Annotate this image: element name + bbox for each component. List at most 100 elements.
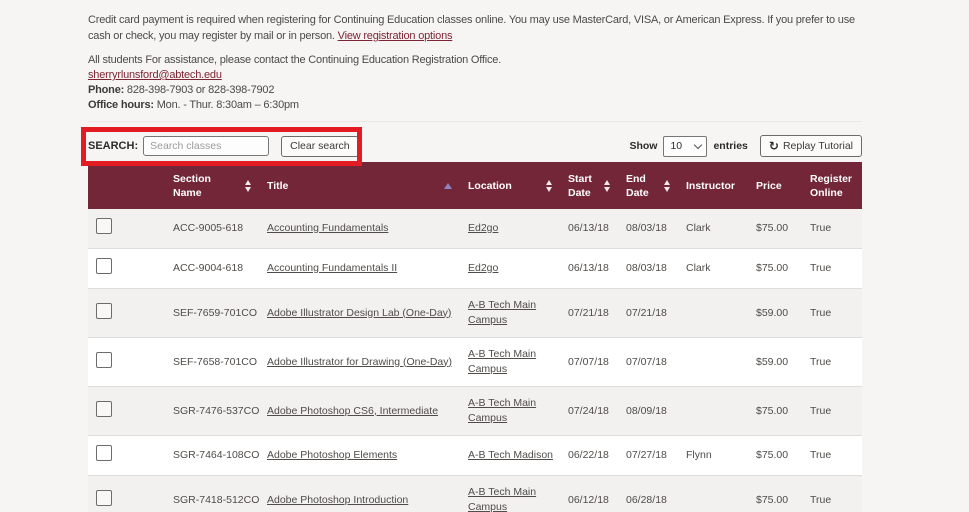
sort-both-icon [664, 179, 670, 192]
location-cell: A-B Tech Main Campus [458, 289, 558, 337]
search-input[interactable] [143, 136, 270, 156]
view-registration-options-link[interactable]: View registration options [338, 30, 453, 42]
title-link[interactable]: Accounting Fundamentals [267, 222, 388, 234]
show-label: Show [629, 140, 658, 152]
register-online-cell: True [810, 222, 832, 234]
row-checkbox[interactable] [96, 445, 112, 461]
column-header-price: Price [756, 179, 782, 192]
location-link[interactable]: A-B Tech Madison [468, 449, 553, 461]
classes-widget: SEARCH: Clear search Show 10 entries ↻ R… [81, 121, 862, 512]
title-cell: Adobe Photoshop Introduction [257, 484, 458, 512]
assistance-block: All students For assistance, please cont… [88, 53, 862, 113]
row-checkbox-cell [88, 249, 160, 288]
sort-both-icon [245, 179, 251, 192]
row-checkbox-cell [88, 343, 160, 382]
email-link[interactable]: sherryrlunsford@abtech.edu [88, 69, 222, 81]
location-cell: A-B Tech Main Campus [458, 387, 558, 435]
title-link[interactable]: Adobe Photoshop CS6, Intermediate [267, 405, 438, 417]
title-cell: Adobe Photoshop CS6, Intermediate [257, 395, 458, 428]
chevron-down-icon [694, 140, 703, 149]
office-hours-value: Mon. - Thur. 8:30am – 6:30pm [153, 99, 299, 111]
price-cell: $59.00 [756, 355, 789, 368]
column-header-start-date[interactable]: Start Date [558, 166, 616, 206]
location-link[interactable]: Ed2go [468, 222, 498, 234]
price-cell: $75.00 [756, 449, 789, 461]
row-checkbox[interactable] [96, 258, 112, 274]
table-row: ACC-9004-618 Accounting Fundamentals II … [88, 249, 862, 289]
entries-selected-value: 10 [670, 140, 683, 152]
price-cell: $75.00 [756, 222, 789, 234]
column-header-end-date[interactable]: End Date [616, 166, 676, 206]
title-cell: Accounting Fundamentals [257, 212, 458, 245]
row-checkbox[interactable] [96, 302, 112, 319]
section-name-cell: SEF-7659-701CO [173, 306, 258, 319]
right-controls: Show 10 entries ↻ Replay Tutorial [629, 135, 862, 157]
row-checkbox-cell [88, 436, 160, 475]
section-name-cell: ACC-9005-618 [173, 222, 244, 234]
location-link[interactable]: A-B Tech Main Campus [468, 348, 536, 375]
section-name-cell: SGR-7476-537CO [173, 404, 260, 417]
title-link[interactable]: Accounting Fundamentals II [267, 262, 397, 274]
sort-both-icon [546, 179, 552, 192]
clear-search-button[interactable]: Clear search [281, 135, 359, 157]
intro-paragraph: Credit card payment is required when reg… [88, 12, 862, 44]
table-row: SEF-7658-701CO Adobe Illustrator for Dra… [88, 338, 862, 387]
table-row: SEF-7659-701CO Adobe Illustrator Design … [88, 289, 862, 338]
location-cell: A-B Tech Madison [458, 439, 558, 472]
title-link[interactable]: Adobe Illustrator for Drawing (One-Day) [267, 356, 452, 368]
start-date-cell: 07/21/18 [568, 306, 609, 319]
sort-ascending-icon [444, 182, 452, 189]
price-cell: $59.00 [756, 306, 789, 319]
title-link[interactable]: Adobe Photoshop Elements [267, 449, 397, 461]
instructor-cell [676, 353, 746, 371]
end-date-cell: 07/27/18 [626, 449, 667, 461]
end-date-cell: 08/09/18 [626, 404, 667, 417]
end-date-cell: 06/28/18 [626, 493, 667, 506]
end-date-cell: 07/07/18 [626, 355, 667, 368]
instructor-cell: Flynn [686, 449, 712, 461]
start-date-cell: 06/13/18 [568, 262, 609, 274]
location-link[interactable]: A-B Tech Main Campus [468, 397, 536, 424]
column-header-title[interactable]: Title [257, 173, 458, 199]
row-checkbox-cell [88, 209, 160, 248]
start-date-cell: 07/24/18 [568, 404, 609, 417]
start-date-cell: 06/12/18 [568, 493, 609, 506]
column-header-section-name[interactable]: Section Name [160, 166, 257, 206]
price-cell: $75.00 [756, 404, 789, 417]
price-cell: $75.00 [756, 262, 789, 274]
instructor-cell: Clark [686, 222, 711, 234]
row-checkbox[interactable] [96, 351, 112, 368]
register-online-cell: True [810, 262, 832, 274]
assistance-text: All students For assistance, please cont… [88, 54, 502, 66]
column-header-instructor: Instructor [686, 179, 736, 192]
section-name-cell: SEF-7658-701CO [173, 355, 258, 368]
table-row: SGR-7418-512CO Adobe Photoshop Introduct… [88, 476, 862, 512]
row-checkbox-cell [88, 392, 160, 431]
title-cell: Adobe Illustrator Design Lab (One-Day) [257, 297, 458, 330]
replay-icon: ↻ [768, 139, 779, 153]
table-row: SGR-7464-108CO Adobe Photoshop Elements … [88, 436, 862, 476]
location-cell: Ed2go [458, 212, 558, 245]
row-checkbox[interactable] [96, 218, 112, 234]
instructor-cell [676, 402, 746, 420]
search-label: SEARCH: [88, 140, 139, 152]
row-checkbox[interactable] [96, 489, 112, 506]
location-link[interactable]: A-B Tech Main Campus [468, 486, 536, 512]
page-content: Credit card payment is required when reg… [81, 0, 862, 512]
register-online-cell: True [810, 306, 832, 319]
search-group: SEARCH: Clear search [81, 126, 362, 166]
row-checkbox-cell [88, 294, 160, 333]
row-checkbox[interactable] [96, 400, 112, 417]
title-link[interactable]: Adobe Photoshop Introduction [267, 494, 408, 506]
entries-select[interactable]: 10 [663, 135, 708, 157]
instructor-cell: Clark [686, 262, 711, 274]
table-controls: SEARCH: Clear search Show 10 entries ↻ R… [81, 126, 862, 166]
table-row: SGR-7476-537CO Adobe Photoshop CS6, Inte… [88, 387, 862, 436]
location-link[interactable]: Ed2go [468, 262, 498, 274]
replay-tutorial-button[interactable]: ↻ Replay Tutorial [759, 135, 862, 157]
location-link[interactable]: A-B Tech Main Campus [468, 299, 536, 326]
column-header-location[interactable]: Location [458, 173, 558, 199]
register-online-cell: True [810, 449, 832, 461]
location-cell: A-B Tech Main Campus [458, 476, 558, 512]
title-link[interactable]: Adobe Illustrator Design Lab (One-Day) [267, 307, 451, 319]
